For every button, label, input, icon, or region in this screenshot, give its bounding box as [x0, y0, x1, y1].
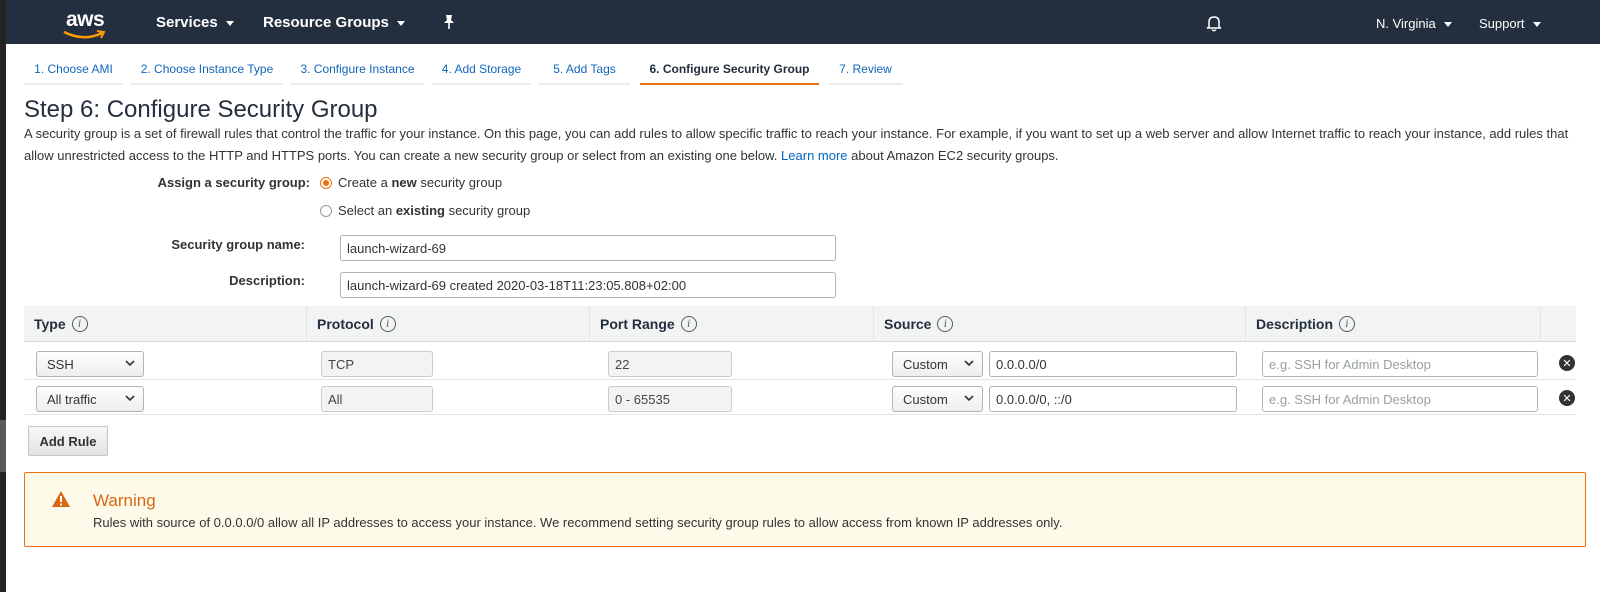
source-select[interactable]: Custom: [892, 351, 983, 377]
remove-rule-icon[interactable]: ✕: [1559, 355, 1575, 371]
chevron-down-icon: [1532, 22, 1541, 27]
table-row: SSH TCP 22 Custom 0.0.0.0/0 e.g. SSH for…: [24, 345, 1576, 380]
pin-icon[interactable]: [442, 14, 456, 35]
warning-alert: Warning Rules with source of 0.0.0.0/0 a…: [24, 472, 1586, 547]
region-menu[interactable]: N. Virginia: [1376, 16, 1452, 31]
bell-icon[interactable]: [1206, 14, 1222, 37]
services-label: Services: [156, 14, 218, 31]
resource-groups-menu[interactable]: Resource Groups: [263, 14, 405, 31]
tab-configure-instance[interactable]: 3. Configure Instance: [291, 57, 424, 85]
services-menu[interactable]: Services: [156, 14, 234, 31]
header-source: Source i: [874, 306, 1246, 342]
learn-more-link[interactable]: Learn more: [781, 148, 847, 163]
left-edge-tab[interactable]: [0, 420, 6, 472]
source-cidr-input[interactable]: 0.0.0.0/0, ::/0: [989, 386, 1237, 412]
remove-rule-icon[interactable]: ✕: [1559, 390, 1575, 406]
source-select[interactable]: Custom: [892, 386, 983, 412]
chevron-down-icon: [225, 21, 234, 26]
radio-select-existing-label: Select an existing security group: [338, 203, 531, 218]
page-title: Step 6: Configure Security Group: [24, 96, 378, 123]
info-icon[interactable]: i: [937, 316, 954, 332]
warning-icon: [52, 491, 70, 507]
protocol-field: TCP: [321, 351, 433, 377]
rule-description-input[interactable]: e.g. SSH for Admin Desktop: [1262, 351, 1538, 377]
region-label: N. Virginia: [1376, 16, 1436, 31]
tab-configure-security-group[interactable]: 6. Configure Security Group: [640, 57, 819, 85]
tab-choose-ami[interactable]: 1. Choose AMI: [24, 57, 123, 85]
intro-line-1: A security group is a set of firewall ru…: [24, 126, 1486, 141]
left-edge-bar: [0, 0, 6, 592]
radio-button[interactable]: [320, 204, 332, 217]
description-label: Description:: [229, 273, 305, 288]
warning-title: Warning: [93, 491, 156, 510]
info-icon[interactable]: i: [680, 316, 697, 332]
radio-select-existing[interactable]: Select an existing security group: [320, 203, 530, 218]
intro-line-3: about Amazon EC2 security groups.: [851, 148, 1059, 163]
chevron-down-icon: [964, 395, 974, 402]
info-icon[interactable]: i: [379, 316, 396, 332]
resource-groups-label: Resource Groups: [263, 14, 389, 31]
description-input[interactable]: launch-wizard-69 created 2020-03-18T11:2…: [340, 272, 836, 298]
radio-create-new[interactable]: Create a new security group: [320, 175, 502, 190]
tab-add-tags[interactable]: 5. Add Tags: [539, 57, 630, 85]
assign-label: Assign a security group:: [157, 175, 310, 190]
rules-table-header: Type i Protocol i Port Range i Source i Desc…: [24, 306, 1576, 342]
info-icon[interactable]: i: [1339, 316, 1356, 332]
logo-text: aws: [66, 8, 105, 31]
chevron-down-icon: [125, 360, 135, 367]
header-description: Description i: [1246, 306, 1541, 342]
name-label: Security group name:: [171, 237, 305, 252]
port-range-field: 0 - 65535: [608, 386, 732, 412]
header-port-range: Port Range i: [590, 306, 874, 342]
source-cidr-input[interactable]: 0.0.0.0/0: [989, 351, 1237, 377]
protocol-field: All: [321, 386, 433, 412]
intro-text: A security group is a set of firewall ru…: [24, 123, 1584, 167]
chevron-down-icon: [396, 21, 405, 26]
top-nav: aws Services Resource Groups N. Virginia…: [6, 0, 1600, 44]
type-select[interactable]: SSH: [36, 351, 144, 377]
chevron-down-icon: [125, 395, 135, 402]
security-group-name-input[interactable]: launch-wizard-69: [340, 235, 836, 261]
chevron-down-icon: [964, 360, 974, 367]
table-row: All traffic All 0 - 65535 Custom 0.0.0.0…: [24, 380, 1576, 415]
chevron-down-icon: [1443, 22, 1452, 27]
type-select[interactable]: All traffic: [36, 386, 144, 412]
tab-add-storage[interactable]: 4. Add Storage: [432, 57, 531, 85]
header-protocol: Protocol i: [307, 306, 590, 342]
aws-logo[interactable]: aws: [62, 6, 112, 40]
support-menu[interactable]: Support: [1479, 16, 1541, 31]
tab-choose-instance-type[interactable]: 2. Choose Instance Type: [131, 57, 283, 85]
rule-description-input[interactable]: e.g. SSH for Admin Desktop: [1262, 386, 1538, 412]
info-icon[interactable]: i: [71, 316, 88, 332]
radio-create-new-label: Create a new security group: [338, 175, 503, 190]
support-label: Support: [1479, 16, 1525, 31]
add-rule-button[interactable]: Add Rule: [28, 426, 108, 456]
smile-icon: [63, 30, 106, 39]
header-type: Type i: [24, 306, 307, 342]
port-range-field: 22: [608, 351, 732, 377]
radio-button-checked[interactable]: [320, 176, 332, 189]
warning-text: Rules with source of 0.0.0.0/0 allow all…: [93, 515, 1063, 530]
tab-review[interactable]: 7. Review: [828, 57, 903, 85]
